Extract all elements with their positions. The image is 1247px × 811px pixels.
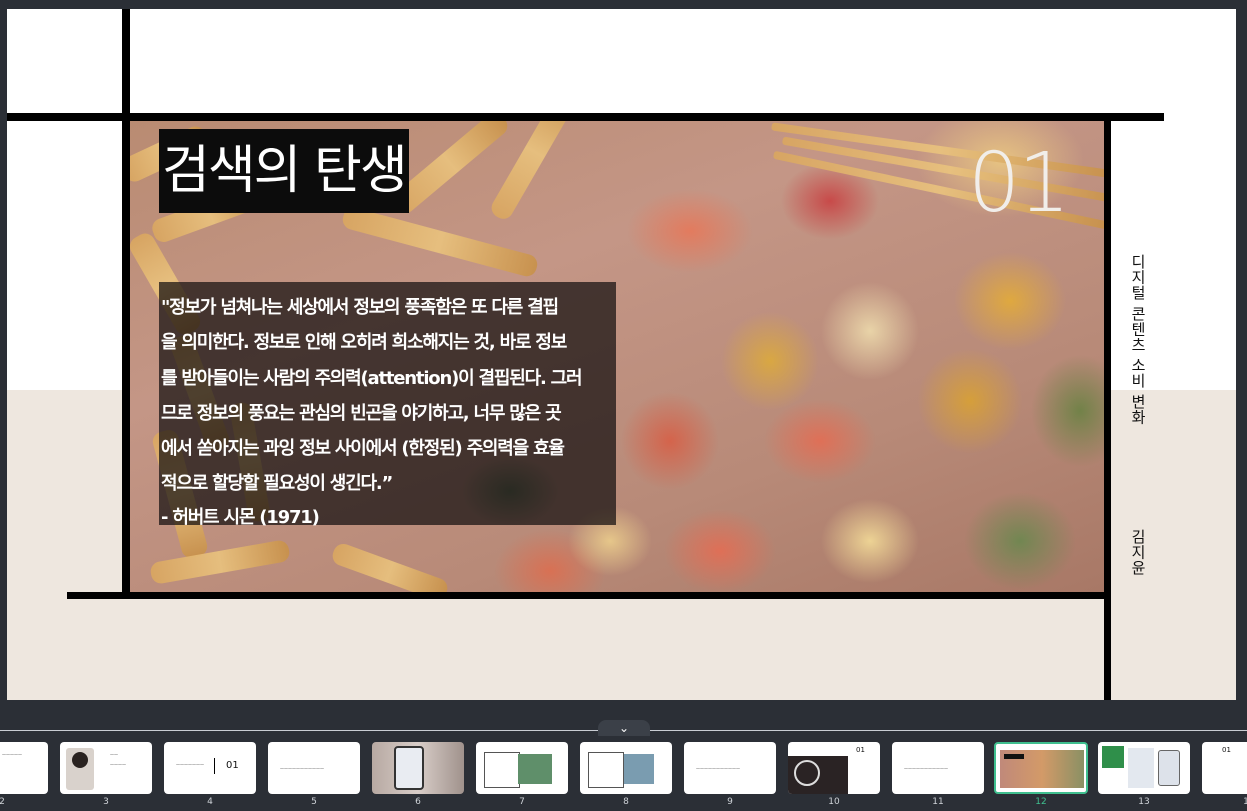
slide-thumbnail[interactable]: ——————————— — [892, 742, 984, 794]
frame-line-left — [122, 9, 130, 597]
slide-thumbnail[interactable]: ——————————— — [684, 742, 776, 794]
quote-line: "정보가 넘쳐나는 세상에서 정보의 풍족함은 또 다른 결핍 — [161, 297, 559, 318]
thumbnail-number-label-current: 12 — [1035, 797, 1047, 807]
slide-thumbnail[interactable] — [580, 742, 672, 794]
slide-thumbnail[interactable]: ——————— 01 — [164, 742, 256, 794]
slide-thumbnail-current[interactable] — [994, 742, 1088, 794]
thumbnail-number-label: 9 — [727, 797, 733, 807]
slide-thumbnail[interactable]: 01 — [1202, 742, 1247, 794]
thumbnail-number-label: 10 — [828, 797, 840, 807]
thumbnail-number-label: 13 — [1138, 797, 1150, 807]
slide-title[interactable]: 검색의 탄생 — [159, 129, 409, 213]
thumbnail-number-label: 3 — [103, 797, 109, 807]
thumbnail-number-label: 5 — [311, 797, 317, 807]
thumbnail-number-label: 2 — [0, 797, 5, 807]
thumbnail-number-label: 7 — [519, 797, 525, 807]
quote-line: 므로 정보의 풍요는 관심의 빈곤을 야기하고, 너무 많은 곳 — [161, 403, 562, 424]
thumbnail-number-label: 4 — [207, 797, 213, 807]
chevron-down-icon: ⌄ — [618, 721, 630, 735]
thumbnail-number-label: 6 — [415, 797, 421, 807]
quote-line: 을 의미한다. 정보로 인해 오히려 희소해지는 것, 바로 정보 — [161, 332, 567, 353]
thumbnail-number-label: 8 — [623, 797, 629, 807]
quote-line: 적으로 할당할 필요성이 생긴다.” — [161, 473, 393, 494]
quote-line: 에서 쏟아지는 과잉 정보 사이에서 (한정된) 주의력을 효율 — [161, 438, 565, 459]
quote-line: 를 받아들이는 사람의 주의력(attention)이 결핍된다. 그러 — [161, 368, 583, 389]
collapse-filmstrip-button[interactable]: ⌄ — [598, 720, 650, 736]
presentation-editor: 디지털 콘텐츠 소비 변화 김지윤 검색의 탄생 01 "정보가 넘쳐나는 세상… — [0, 0, 1247, 811]
thumbnail-number: 01 — [1222, 746, 1231, 754]
quote-attribution: - 허버트 시몬 (1971) — [161, 507, 320, 528]
presentation-subtitle: 디지털 콘텐츠 소비 변화 — [1129, 254, 1147, 425]
slide-thumbnail[interactable]: —— ———— — [60, 742, 152, 794]
thumbnail-number: 01 — [226, 760, 239, 771]
slide-thumbnail[interactable] — [1098, 742, 1190, 794]
section-number[interactable]: 01 — [968, 139, 1070, 229]
slide-thumbnail[interactable]: ——————————— — [268, 742, 360, 794]
thumbnail-number-label: 11 — [932, 797, 944, 807]
thumbnail-number-label: 1 — [1243, 797, 1247, 807]
frame-line-bottom — [67, 592, 1111, 599]
frame-line-top — [7, 113, 1164, 121]
frame-line-right — [1104, 121, 1111, 700]
thumbnail-number: 01 — [856, 746, 865, 754]
slide-thumbnail[interactable]: 01 — [788, 742, 880, 794]
author-name: 김지윤 — [1129, 529, 1147, 576]
slide-thumbnail[interactable] — [476, 742, 568, 794]
slide-thumbnail[interactable] — [372, 742, 464, 794]
slide-thumbnail[interactable]: ————— — [0, 742, 48, 794]
